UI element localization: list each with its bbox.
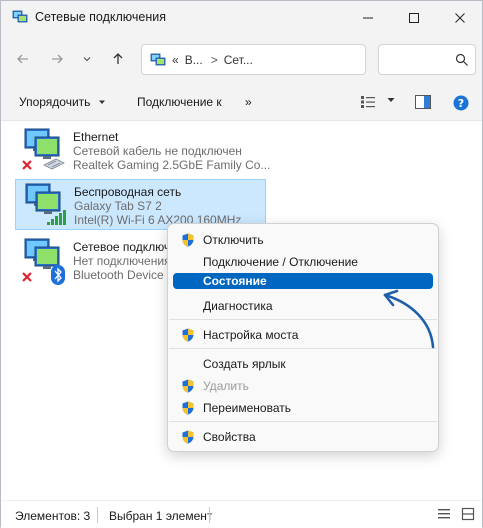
connect-to-button[interactable]: Подключение к (137, 95, 222, 109)
view-dropdown-button[interactable] (386, 95, 396, 105)
explorer-window: Сетевые подключения « В... > Сет... Упор… (0, 0, 483, 528)
menu-item-label: Настройка моста (203, 328, 299, 342)
disconnected-x-icon (22, 160, 32, 170)
menu-item-label: Подключение / Отключение (203, 255, 358, 269)
navigation-bar: « В... > Сет... (1, 35, 482, 83)
arrow-up-icon (113, 53, 123, 64)
recent-locations-button[interactable] (75, 47, 99, 71)
maximize-button[interactable] (391, 1, 437, 35)
tiles-view-button[interactable] (461, 507, 475, 524)
menu-item-label: Свойства (203, 430, 256, 444)
search-input[interactable] (378, 44, 476, 75)
menu-item-properties[interactable]: Свойства (173, 426, 433, 448)
menu-item-toggle-connection[interactable]: Подключение / Отключение (173, 251, 433, 273)
connection-name: Ethernet (73, 130, 119, 144)
menu-item-label: Диагностика (203, 299, 273, 313)
breadcrumb-item[interactable]: Сет... (224, 53, 253, 67)
breadcrumb-item[interactable]: В... (185, 53, 203, 67)
organize-button[interactable]: Упорядочить (19, 95, 108, 109)
change-view-button[interactable] (360, 95, 376, 109)
maximize-icon (409, 13, 419, 23)
menu-item-label: Отключить (203, 233, 264, 247)
more-commands-button[interactable]: » (245, 95, 252, 109)
minimize-button[interactable] (345, 1, 391, 35)
connection-status: Сетевой кабель не подключен (73, 144, 242, 158)
menu-item-label: Переименовать (203, 401, 291, 415)
uac-shield-icon (182, 379, 194, 393)
connection-status: Нет подключения (73, 254, 171, 268)
arrow-right-icon (52, 54, 63, 64)
more-commands-label: » (245, 95, 252, 109)
uac-shield-icon (182, 401, 194, 415)
caret-down-icon (387, 98, 395, 102)
uac-shield-icon (182, 328, 194, 342)
window-title: Сетевые подключения (35, 10, 167, 24)
disconnected-x-icon (22, 272, 32, 282)
menu-item-label: Состояние (203, 274, 267, 288)
menu-item-rename[interactable]: Переименовать (173, 397, 433, 419)
connection-device: Bluetooth Device (73, 268, 164, 282)
connection-status: Galaxy Tab S7 2 (74, 199, 162, 213)
status-divider (209, 507, 210, 523)
command-bar: Упорядочить Подключение к » ? (1, 83, 482, 121)
chevron-down-icon (83, 57, 91, 62)
connection-name: Беспроводная сеть (74, 185, 182, 199)
address-prefix[interactable]: « (172, 53, 179, 67)
connect-to-label: Подключение к (137, 95, 222, 109)
tiles-view-icon (461, 507, 475, 521)
breadcrumb-separator[interactable]: > (211, 53, 218, 67)
uac-shield-icon (182, 233, 194, 247)
title-bar[interactable]: Сетевые подключения (1, 1, 482, 35)
list-item-ethernet[interactable]: Ethernet Сетевой кабель не подключен Rea… (15, 125, 270, 176)
organize-label: Упорядочить (19, 95, 91, 109)
network-connections-icon (12, 10, 28, 23)
preview-pane-icon (415, 95, 431, 109)
menu-item-label: Создать ярлык (203, 357, 286, 371)
preview-pane-button[interactable] (415, 95, 431, 109)
close-button[interactable] (437, 1, 483, 35)
help-icon: ? (453, 95, 469, 111)
menu-item-delete[interactable]: Удалить (173, 375, 433, 397)
connection-name: Сетевое подключ... (73, 240, 181, 254)
bluetooth-icon (51, 265, 65, 285)
back-button[interactable] (11, 47, 35, 71)
menu-separator (169, 421, 437, 422)
arrow-left-icon (17, 54, 28, 64)
connection-device: Realtek Gaming 2.5GbE Family Co... (73, 158, 271, 172)
details-view-button[interactable] (437, 507, 451, 524)
item-count: Элементов: 3 (15, 509, 91, 523)
network-connections-icon (150, 53, 166, 65)
menu-item-label: Удалить (203, 379, 249, 393)
selection-count: Выбран 1 элемент (109, 509, 213, 523)
annotation-arrow-icon (383, 289, 435, 349)
forward-button[interactable] (45, 47, 69, 71)
help-button[interactable]: ? (453, 95, 469, 111)
status-divider (97, 507, 98, 523)
signal-strength-icon (47, 210, 66, 225)
close-icon (455, 13, 465, 23)
minimize-icon (363, 17, 373, 19)
up-button[interactable] (106, 47, 130, 71)
caret-down-icon (99, 100, 106, 104)
uac-shield-icon (182, 430, 194, 444)
menu-item-create-shortcut[interactable]: Создать ярлык (173, 353, 433, 375)
svg-text:?: ? (458, 97, 464, 110)
status-bar: Элементов: 3 Выбран 1 элемент (1, 500, 482, 528)
search-icon (455, 53, 468, 66)
menu-item-disable[interactable]: Отключить (173, 229, 433, 251)
address-bar[interactable]: « В... > Сет... (141, 44, 366, 75)
view-options-icon (361, 96, 375, 108)
details-view-icon (438, 509, 450, 519)
